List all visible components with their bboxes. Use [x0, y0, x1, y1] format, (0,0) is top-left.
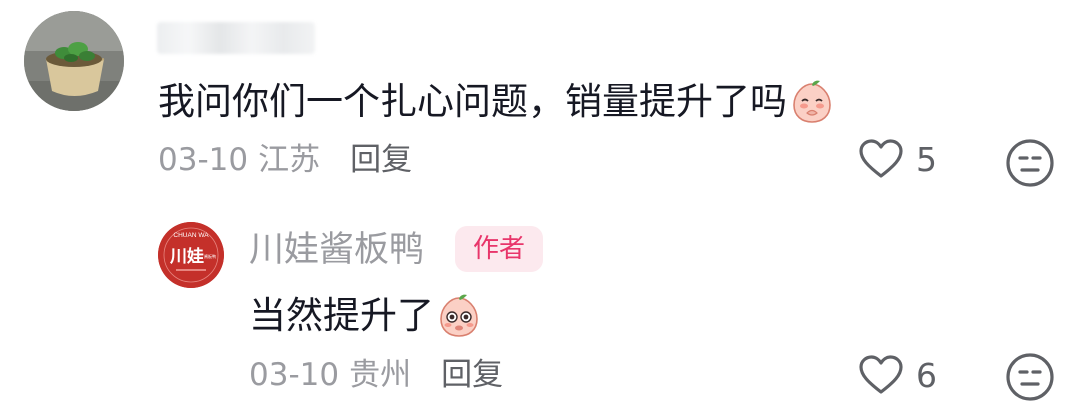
- peach-staring-emoji-icon: [440, 294, 478, 337]
- author-avatar[interactable]: CHUAN WA 川娃 酱板鸭: [158, 222, 224, 288]
- comment-location: 江苏: [258, 142, 321, 178]
- brand-logo-icon: CHUAN WA 川娃 酱板鸭: [158, 222, 224, 288]
- comment-body: 我问你们一个扎心问题，销量提升了吗: [158, 78, 835, 126]
- like-button[interactable]: 5: [858, 138, 937, 180]
- like-count: 5: [916, 139, 937, 179]
- reply-button[interactable]: 回复: [441, 355, 503, 395]
- like-count: 6: [916, 355, 937, 395]
- avatar[interactable]: [24, 11, 124, 111]
- reply-location: 贵州: [349, 357, 412, 393]
- username-redacted[interactable]: [157, 22, 315, 54]
- comment-text: 我问你们一个扎心问题，销量提升了吗: [158, 80, 787, 123]
- reply-button[interactable]: 回复: [350, 140, 412, 180]
- comment-date: 03-10: [158, 142, 249, 178]
- reply-meta: 03-10 贵州 回复: [249, 355, 503, 395]
- reply-text: 当然提升了: [249, 294, 434, 337]
- comment-meta: 03-10 江苏 回复: [158, 140, 412, 180]
- heart-icon: [859, 355, 903, 394]
- author-username[interactable]: 川娃酱板鸭: [249, 228, 424, 272]
- dislike-face-icon[interactable]: [1005, 352, 1055, 402]
- peach-shy-emoji-icon: [793, 80, 831, 123]
- heart-icon: [859, 139, 903, 178]
- reply-body: 当然提升了: [249, 292, 482, 340]
- reply-date: 03-10: [249, 357, 340, 393]
- like-button[interactable]: 6: [858, 354, 937, 396]
- dislike-face-icon[interactable]: [1005, 138, 1055, 188]
- logo-top-text: CHUAN WA: [173, 232, 209, 239]
- plant-pot-avatar-icon: [24, 11, 124, 111]
- logo-side-text: 酱板鸭: [204, 253, 216, 259]
- logo-main-text: 川娃: [169, 246, 204, 267]
- author-badge: 作者: [455, 226, 543, 272]
